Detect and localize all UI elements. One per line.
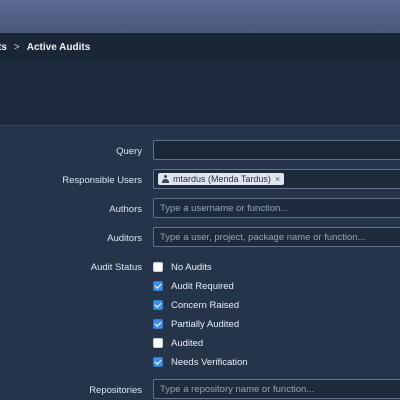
authors-input[interactable]: Type a username or function... (153, 198, 400, 218)
auditors-label: Auditors (107, 233, 142, 244)
checkbox[interactable] (153, 319, 163, 329)
auditors-input[interactable]: Type a user, project, package name or fu… (153, 227, 400, 247)
checkbox-label: No Audits (171, 261, 212, 273)
responsible-user-tag-text: mtardus (Menda Tardus) (173, 174, 271, 184)
checkbox[interactable] (153, 262, 163, 272)
breadcrumb-separator: > (13, 41, 20, 53)
audit-status-option-needs-verification[interactable]: Needs Verification (153, 355, 248, 369)
query-input[interactable] (153, 140, 400, 160)
responsible-users-label: Responsible Users (62, 175, 142, 186)
checkbox-label: Concern Raised (171, 299, 240, 311)
breadcrumb-current: Active Audits (26, 41, 91, 53)
checkbox-label: Partially Audited (171, 318, 240, 330)
top-navigation-bar (0, 0, 400, 33)
audit-status-option-partially-audited[interactable]: Partially Audited (153, 317, 239, 331)
breadcrumb: ts > Active Audits (0, 33, 400, 61)
authors-label: Authors (109, 204, 142, 215)
user-icon (162, 175, 169, 183)
audit-status-option-no-audits[interactable]: No Audits (153, 260, 212, 274)
audit-status-option-concern-raised[interactable]: Concern Raised (153, 298, 239, 312)
repositories-label: Repositories (89, 385, 142, 396)
repositories-input[interactable]: Type a repository name or function... (153, 379, 400, 399)
audit-status-option-audit-required[interactable]: Audit Required (153, 279, 234, 293)
query-label: Query (116, 146, 142, 157)
audit-status-label: Audit Status (90, 262, 142, 273)
responsible-users-input[interactable]: mtardus (Menda Tardus) × (153, 169, 400, 189)
checkbox-label: Audited (171, 337, 204, 349)
checkbox[interactable] (153, 357, 163, 367)
checkbox[interactable] (153, 300, 163, 310)
remove-tag-icon[interactable]: × (275, 174, 280, 184)
checkbox[interactable] (153, 338, 163, 348)
audit-status-option-audited[interactable]: Audited (153, 336, 203, 350)
responsible-user-tag: mtardus (Menda Tardus) × (158, 173, 285, 185)
checkbox-label: Audit Required (171, 280, 234, 292)
checkbox-label: Needs Verification (171, 356, 248, 368)
page-header (0, 61, 400, 126)
page: ts > Active Audits Query Responsible Use… (0, 0, 400, 400)
checkbox[interactable] (153, 281, 163, 291)
breadcrumb-parent-link[interactable]: ts (0, 42, 7, 53)
